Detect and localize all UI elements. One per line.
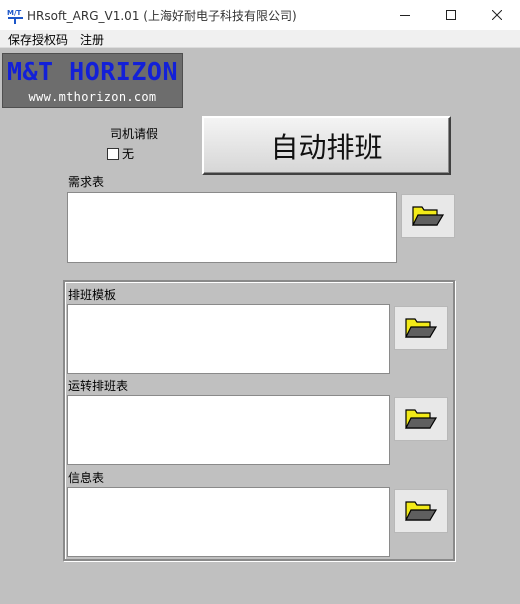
template-label: 排班模板	[68, 288, 117, 302]
minimize-button[interactable]	[382, 0, 428, 30]
close-icon	[492, 10, 502, 20]
folder-open-icon	[405, 409, 438, 429]
logo-title: M&T HORIZON	[6, 57, 179, 86]
operation-schedule-label: 运转排班表	[68, 379, 129, 393]
no-leave-checkbox[interactable]	[107, 147, 119, 160]
menu-register[interactable]: 注册	[80, 31, 104, 48]
svg-text:M/T: M/T	[7, 9, 22, 17]
maximize-icon	[446, 10, 456, 20]
driver-leave-label: 司机请假	[110, 127, 159, 141]
app-icon: M/T	[7, 9, 23, 24]
info-table-field[interactable]	[67, 487, 390, 557]
menu-bar: 保存授权码 注册	[0, 30, 520, 48]
company-logo: M&T HORIZON www.mthorizon.com	[2, 53, 183, 108]
no-leave-option[interactable]: 无	[107, 145, 134, 162]
info-table-label: 信息表	[68, 471, 105, 485]
template-browse-button[interactable]	[394, 306, 448, 350]
folder-open-icon	[412, 206, 445, 226]
no-leave-checkbox-label[interactable]: 无	[122, 145, 134, 162]
demand-table-field[interactable]	[67, 192, 397, 263]
operation-schedule-field[interactable]	[67, 395, 390, 465]
demand-table-label: 需求表	[68, 175, 105, 189]
maximize-button[interactable]	[428, 0, 474, 30]
menu-save-license[interactable]: 保存授权码	[8, 31, 68, 48]
title-bar: M/T HRsoft_ARG_V1.01 (上海好耐电子科技有限公司)	[0, 0, 520, 30]
demand-table-browse-button[interactable]	[401, 194, 455, 238]
auto-schedule-button[interactable]: 自动排班	[202, 116, 451, 175]
template-field[interactable]	[67, 304, 390, 374]
folder-open-icon	[405, 318, 438, 338]
minimize-icon	[400, 15, 410, 16]
info-table-browse-button[interactable]	[394, 489, 448, 533]
logo-url: www.mthorizon.com	[28, 90, 157, 104]
close-button[interactable]	[474, 0, 520, 30]
folder-open-icon	[405, 501, 438, 521]
operation-schedule-browse-button[interactable]	[394, 397, 448, 441]
window-title: HRsoft_ARG_V1.01 (上海好耐电子科技有限公司)	[27, 9, 297, 23]
